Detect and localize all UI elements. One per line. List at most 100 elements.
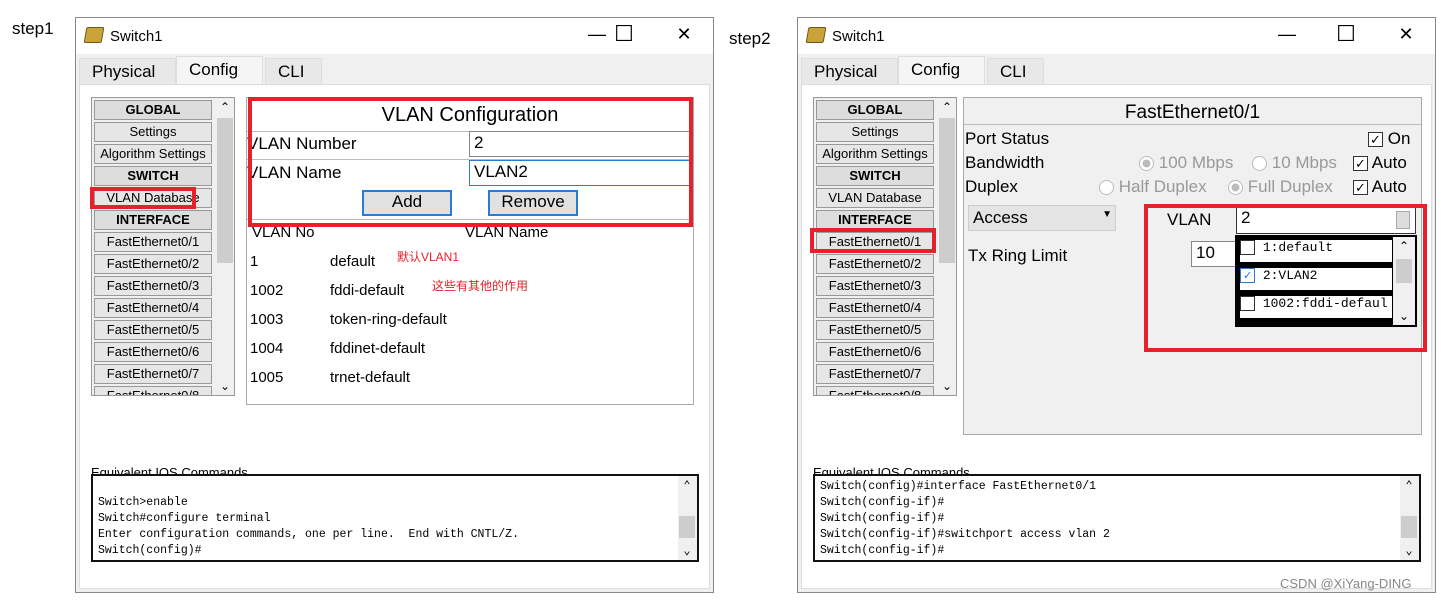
maximize-button[interactable]: ☐ [1331,21,1361,47]
highlight-vlan-select [1144,204,1427,352]
radio-icon [1228,180,1243,196]
tx-ring-limit-label: Tx Ring Limit [968,246,1068,265]
sidebar-header-global: GLOBAL [94,100,212,120]
tab-physical[interactable]: Physical [79,58,176,84]
port-status-label: Port Status [965,129,1050,148]
window-title: Switch1 [832,28,885,45]
scroll-up-icon[interactable]: ⌃ [940,100,954,114]
title-bar: Switch1 — ☐ ✕ [76,18,713,54]
port-on-checkbox[interactable]: ✓ On [1368,129,1410,149]
console-line: Switch#configure terminal [98,512,271,525]
tab-config[interactable]: Config [898,56,985,84]
sidebar-item-fa0-1[interactable]: FastEthernet0/1 [94,232,212,252]
scroll-up-icon[interactable]: ⌃ [1402,478,1416,493]
checkbox-checked-icon: ✓ [1353,180,1368,196]
sidebar-item-settings[interactable]: Settings [94,122,212,142]
table-cell-name: fddi-default [330,282,405,299]
scroll-down-icon[interactable]: ⌄ [1402,543,1416,558]
radio-icon [1099,180,1114,196]
half-duplex-radio[interactable]: Half Duplex [1099,177,1207,197]
table-cell-name: trnet-default [330,369,411,386]
full-duplex-radio[interactable]: Full Duplex [1228,177,1333,197]
sidebar-item-fa0-4[interactable]: FastEthernet0/4 [816,298,934,318]
on-label: On [1387,129,1411,148]
console-line: Switch(config-if)# [820,544,945,557]
bandwidth-label: Bandwidth [965,153,1045,172]
bandwidth-100-radio[interactable]: 100 Mbps [1139,153,1233,173]
table-cell-name: token-ring-default [330,311,447,328]
console-scrollbar[interactable]: ⌃ ⌄ [678,476,697,560]
sidebar-item-fa0-2[interactable]: FastEthernet0/2 [94,254,212,274]
console-scrollbar[interactable]: ⌃ ⌄ [1400,476,1419,560]
scroll-down-icon[interactable]: ⌄ [218,379,232,393]
sidebar-item-algorithm-settings[interactable]: Algorithm Settings [94,144,212,164]
scroll-down-icon[interactable]: ⌄ [680,543,694,558]
sidebar-item-vlan-database[interactable]: VLAN Database [816,188,934,208]
sidebar-item-fa0-8[interactable]: FastEthernet0/8 [816,386,934,395]
duplex-auto-checkbox[interactable]: ✓ Auto [1353,177,1407,197]
annotation-other-vlans: 这些有其他的作用 [432,279,529,293]
tab-cli[interactable]: CLI [265,58,322,84]
tab-physical[interactable]: Physical [801,58,898,84]
console-line: Switch(config)#interface FastEthernet0/1 [820,480,1097,493]
bandwidth-10-radio[interactable]: 10 Mbps [1252,153,1337,173]
full-duplex-label: Full Duplex [1247,177,1333,196]
minimize-button[interactable]: — [582,24,612,45]
step2-label: step2 [729,29,771,48]
table-cell-no: 1003 [250,311,284,328]
sidebar-item-fa0-4[interactable]: FastEthernet0/4 [94,298,212,318]
scroll-thumb[interactable] [217,118,233,263]
bw-10-label: 10 Mbps [1271,153,1337,172]
sidebar-item-settings[interactable]: Settings [816,122,934,142]
sidebar-item-fa0-8[interactable]: FastEthernet0/8 [94,386,212,395]
tab-config[interactable]: Config [176,56,263,84]
checkbox-checked-icon: ✓ [1353,156,1368,172]
sidebar-item-fa0-5[interactable]: FastEthernet0/5 [94,320,212,340]
annotation-default-vlan: 默认VLAN1 [397,250,460,264]
scroll-down-icon[interactable]: ⌄ [940,379,954,393]
sidebar-header-switch: SWITCH [94,166,212,186]
panel-title: FastEthernet0/1 [1124,102,1261,123]
sidebar-header-switch: SWITCH [816,166,934,186]
radio-icon [1139,156,1154,172]
switch-app-icon [83,27,105,43]
sidebar-item-fa0-5[interactable]: FastEthernet0/5 [816,320,934,340]
sidebar-scrollbar[interactable]: ⌃ ⌄ [938,98,956,395]
highlight-vlan-database [90,187,196,209]
checkbox-checked-icon: ✓ [1368,132,1383,148]
scroll-thumb[interactable] [1401,516,1417,538]
scroll-thumb[interactable] [939,118,955,263]
close-button[interactable]: ✕ [1391,24,1421,45]
bandwidth-auto-checkbox[interactable]: ✓ Auto [1353,153,1407,173]
sidebar-item-fa0-3[interactable]: FastEthernet0/3 [94,276,212,296]
close-button[interactable]: ✕ [669,24,699,45]
console-line: Switch(config-if)# [820,496,945,509]
maximize-button[interactable]: ☐ [609,21,639,47]
table-cell-no: 1005 [250,369,284,386]
auto-label: Auto [1371,153,1407,172]
scroll-thumb[interactable] [679,516,695,538]
scroll-up-icon[interactable]: ⌃ [680,478,694,493]
dropdown-arrow-icon: ▼ [1102,209,1112,220]
minimize-button[interactable]: — [1272,24,1302,45]
table-cell-name: fddinet-default [330,340,426,357]
scroll-up-icon[interactable]: ⌃ [218,100,232,114]
ios-console: Switch>enable Switch#configure terminal … [91,474,699,562]
sidebar-item-fa0-3[interactable]: FastEthernet0/3 [816,276,934,296]
tab-cli[interactable]: CLI [987,58,1044,84]
sidebar-item-algorithm-settings[interactable]: Algorithm Settings [816,144,934,164]
mode-value: Access [973,208,1028,227]
sidebar-item-fa0-7[interactable]: FastEthernet0/7 [816,364,934,384]
sidebar-item-fa0-6[interactable]: FastEthernet0/6 [94,342,212,362]
window-title: Switch1 [110,28,163,45]
sidebar-scrollbar[interactable]: ⌃ ⌄ [216,98,234,395]
console-line: Switch(config-if)#switchport access vlan… [820,528,1110,541]
sidebar-item-fa0-7[interactable]: FastEthernet0/7 [94,364,212,384]
sidebar-item-fa0-2[interactable]: FastEthernet0/2 [816,254,934,274]
mode-select[interactable]: Access ▼ [968,205,1116,231]
watermark: CSDN @XiYang-DING [1280,576,1412,591]
radio-icon [1252,156,1267,172]
console-line: Switch>enable [98,496,188,509]
highlight-fa0-1 [810,228,936,253]
sidebar-item-fa0-6[interactable]: FastEthernet0/6 [816,342,934,362]
